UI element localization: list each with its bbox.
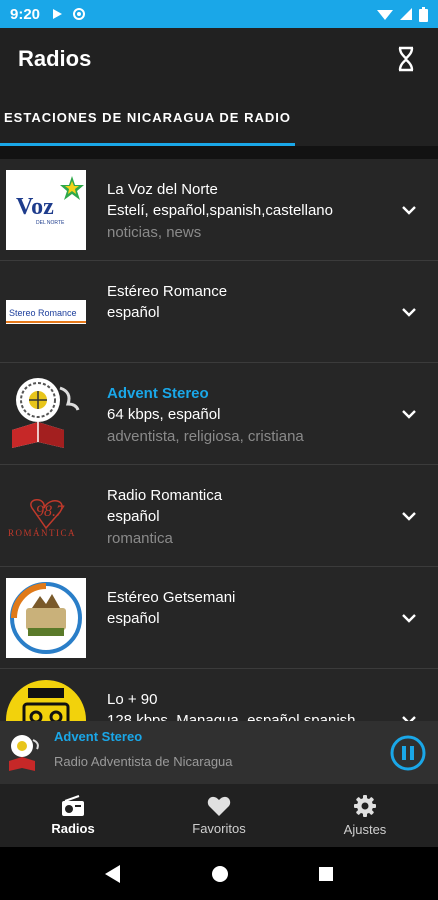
station-tags: noticias, news: [107, 224, 202, 241]
signal-icon: [400, 8, 412, 20]
station-row[interactable]: Advent Stereo 64 kbps, español adventist…: [0, 363, 438, 465]
station-name: Lo + 90: [107, 691, 158, 708]
station-row[interactable]: Voz DEL NORTE La Voz del Norte Estelí, e…: [0, 159, 438, 261]
station-desc: español: [107, 304, 160, 321]
station-desc: español: [107, 508, 160, 525]
player-station-subtitle: Radio Adventista de Nicaragua: [54, 753, 233, 769]
chevron-down-icon[interactable]: [400, 405, 418, 423]
battery-icon: [419, 6, 428, 22]
chevron-down-icon[interactable]: [400, 303, 418, 321]
station-desc: 64 kbps, español: [107, 406, 221, 423]
app-bar: Radios: [0, 28, 438, 90]
home-icon[interactable]: [211, 865, 229, 883]
back-icon[interactable]: [104, 864, 122, 884]
player-station-logo: [9, 734, 39, 771]
logo-text: Stereo Romance: [9, 308, 77, 318]
station-name: Estéreo Getsemani: [107, 589, 236, 606]
tab-bar: ESTACIONES DE NICARAGUA DE RADIO: [0, 90, 438, 146]
logo-subtext: ROMÁNTICA: [8, 528, 76, 538]
station-logo: Stereo Romance: [6, 272, 86, 352]
nav-label: Favoritos: [192, 821, 246, 836]
logo-text: Voz: [16, 194, 54, 220]
recents-icon[interactable]: [318, 866, 334, 882]
logo-subtext: DEL NORTE: [36, 220, 65, 226]
status-icons: [377, 6, 428, 22]
station-row[interactable]: Stereo Romance Estéreo Romance español: [0, 261, 438, 363]
station-name: La Voz del Norte: [107, 181, 218, 198]
play-icon: [53, 9, 63, 19]
sync-icon: [73, 8, 86, 20]
station-desc: 128 kbps, Managua, español,spanish,: [107, 712, 360, 721]
app-title: Radios: [18, 46, 92, 71]
tab-nicaragua-stations[interactable]: ESTACIONES DE NICARAGUA DE RADIO: [0, 90, 295, 146]
tab-indicator: [0, 143, 295, 146]
mini-player[interactable]: Advent Stereo Radio Adventista de Nicara…: [0, 721, 438, 784]
chevron-down-icon[interactable]: [400, 609, 418, 627]
heart-icon: [207, 796, 231, 816]
station-tags: adventista, religiosa, cristiana: [107, 428, 304, 445]
station-logo: [6, 680, 86, 721]
wifi-icon: [377, 10, 393, 20]
tab-label: ESTACIONES DE NICARAGUA DE RADIO: [4, 110, 291, 125]
nav-favoritos[interactable]: Favoritos: [146, 784, 292, 847]
station-logo: [6, 374, 86, 454]
pause-button[interactable]: [390, 735, 426, 771]
status-time: 9:20: [10, 5, 41, 23]
system-navigation-bar: [0, 847, 438, 900]
gear-icon: [354, 795, 376, 817]
bottom-navigation: Radios Favoritos Ajustes: [0, 784, 438, 847]
chevron-down-icon[interactable]: [400, 711, 418, 721]
chevron-down-icon[interactable]: [400, 507, 418, 525]
station-logo: [6, 578, 86, 658]
station-logo: Voz DEL NORTE: [6, 170, 86, 250]
nav-ajustes[interactable]: Ajustes: [292, 784, 438, 847]
station-row[interactable]: Estéreo Getsemani español: [0, 567, 438, 669]
station-tags: romantica: [107, 530, 173, 547]
hourglass-icon[interactable]: [392, 45, 420, 73]
nav-label: Ajustes: [343, 822, 387, 837]
station-logo: 98.7 ROMÁNTICA: [6, 476, 86, 556]
nav-label: Radios: [51, 821, 95, 836]
chevron-down-icon[interactable]: [400, 201, 418, 219]
station-name: Advent Stereo: [107, 385, 209, 402]
status-bar: 9:20: [0, 0, 438, 28]
station-name: Estéreo Romance: [107, 283, 228, 300]
station-desc: Estelí, español,spanish,castellano: [107, 202, 333, 219]
logo-text: 98.7: [36, 503, 65, 520]
radio-icon: [62, 795, 84, 816]
nav-radios[interactable]: Radios: [0, 784, 146, 847]
station-name: Radio Romantica: [107, 487, 223, 504]
station-desc: español: [107, 610, 160, 627]
station-row[interactable]: 98.7 ROMÁNTICA Radio Romantica español r…: [0, 465, 438, 567]
station-list[interactable]: Voz DEL NORTE La Voz del Norte Estelí, e…: [0, 159, 438, 721]
station-row[interactable]: Lo + 90 128 kbps, Managua, español,spani…: [0, 669, 438, 721]
player-station-name: Advent Stereo: [54, 728, 143, 744]
